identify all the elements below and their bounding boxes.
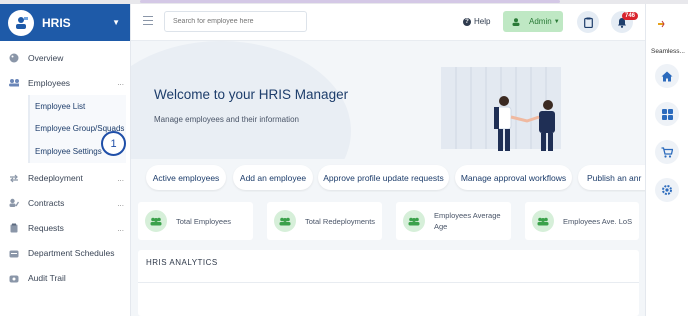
admin-label: Admin [529,17,552,26]
admin-dropdown-button[interactable]: Admin ▼ [503,11,563,32]
more-dots: ... [117,173,124,183]
users-icon [532,210,554,232]
sidebar-item-department-schedules[interactable]: Department Schedules [0,241,130,266]
publish-announcement-button[interactable]: Publish an anr [578,165,645,190]
stat-label: Total Redeployments [305,216,376,226]
manage-approval-workflows-button[interactable]: Manage approval workflows [455,165,572,190]
cart-icon [661,146,673,158]
grid-icon [661,108,673,120]
app-label: Seamless... [651,48,685,55]
palette-icon [9,53,19,63]
hris-logo-icon [8,9,34,36]
sidebar-item-contracts[interactable]: Contracts ... [0,191,130,216]
caret-down-icon: ▼ [553,18,560,25]
more-dots: ... [117,78,124,87]
sidebar-item-label: Contracts [28,198,65,208]
stat-card-average-age: Employees Average Age [396,202,511,240]
stat-card-average-los: Employees Ave. LoS [525,202,639,240]
stat-label: Employees Average Age [434,211,501,231]
page-title: Welcome to your HRIS Manager [154,87,349,102]
brand-name: HRIS [42,15,71,30]
sidebar-item-label: Overview [28,52,64,63]
approve-profile-updates-button[interactable]: Approve profile update requests [318,165,449,190]
calendar-icon [9,248,19,258]
analytics-title: HRIS ANALYTICS [146,258,218,267]
hamburger-menu-icon[interactable] [143,16,153,25]
sidebar-item-requests[interactable]: Requests ... [0,216,130,241]
users-icon [403,210,425,232]
add-employee-button[interactable]: Add an employee [233,165,313,190]
page-subtitle: Manage employees and their information [154,115,299,124]
users-icon [274,210,296,232]
submenu-item-employee-list[interactable]: Employee List [30,95,126,118]
stat-card-total-employees: Total Employees [138,202,253,240]
notification-count-badge: 746 [622,12,639,20]
sidebar-item-audit-trail[interactable]: Audit Trail [0,266,130,291]
stat-label: Total Employees [176,216,232,226]
sidebar-item-employees[interactable]: Employees ... [0,70,130,95]
help-label: Help [474,17,491,26]
person-icon [512,17,520,26]
handshake-illustration [441,67,561,151]
top-header: ? Help Admin ▼ 746 [131,4,645,41]
sidebar-nav: Overview Employees ... Employee List Emp… [0,41,130,291]
sidebar-item-label: Requests [28,223,64,233]
clipboard-icon [9,223,19,233]
right-app-rail: Seamless... [645,4,688,316]
sidebar-item-overview[interactable]: Overview [0,45,130,70]
more-dots: ... [117,223,124,233]
more-dots: ... [117,198,124,208]
sidebar-item-label: Redeployment [28,173,83,183]
chevron-down-icon[interactable]: ▼ [112,18,120,27]
audit-icon [9,273,19,283]
help-link[interactable]: ? Help [463,17,490,26]
apps-grid-button[interactable] [655,102,679,126]
question-icon: ? [463,17,471,26]
settings-button[interactable] [655,178,679,202]
sidebar-item-label: Audit Trail [28,273,66,283]
sidebar-item-label: Employees [28,77,71,88]
welcome-banner: Welcome to your HRIS Manager Manage empl… [131,41,645,159]
clipboard-icon [583,17,593,28]
step-marker-badge: 1 [101,131,126,156]
sidebar-item-redeployment[interactable]: Redeployment ... [0,166,130,191]
cart-button[interactable] [655,140,679,164]
stat-label: Employees Ave. LoS [563,216,633,226]
home-button[interactable] [655,64,679,88]
brand-header[interactable]: HRIS ▼ [0,4,130,41]
stat-card-total-redeployments: Total Redeployments [267,202,382,240]
sidebar: HRIS ▼ Overview Employees ... Employee L… [0,4,131,316]
users-icon [145,210,167,232]
seamless-logo-icon [658,20,665,28]
quick-actions-bar: Active employees Add an employee Approve… [131,164,645,192]
home-icon [661,71,673,81]
top-strip-bar [140,0,560,3]
users-icon [9,78,19,88]
settings-icon [662,185,672,195]
contract-icon [9,198,19,208]
sidebar-item-label: Department Schedules [28,248,115,258]
analytics-panel: HRIS ANALYTICS [138,250,639,316]
arrows-icon [9,173,19,183]
active-employees-button[interactable]: Active employees [146,165,226,190]
search-input[interactable] [164,11,307,32]
divider [138,282,639,283]
clipboard-button[interactable] [577,11,599,33]
